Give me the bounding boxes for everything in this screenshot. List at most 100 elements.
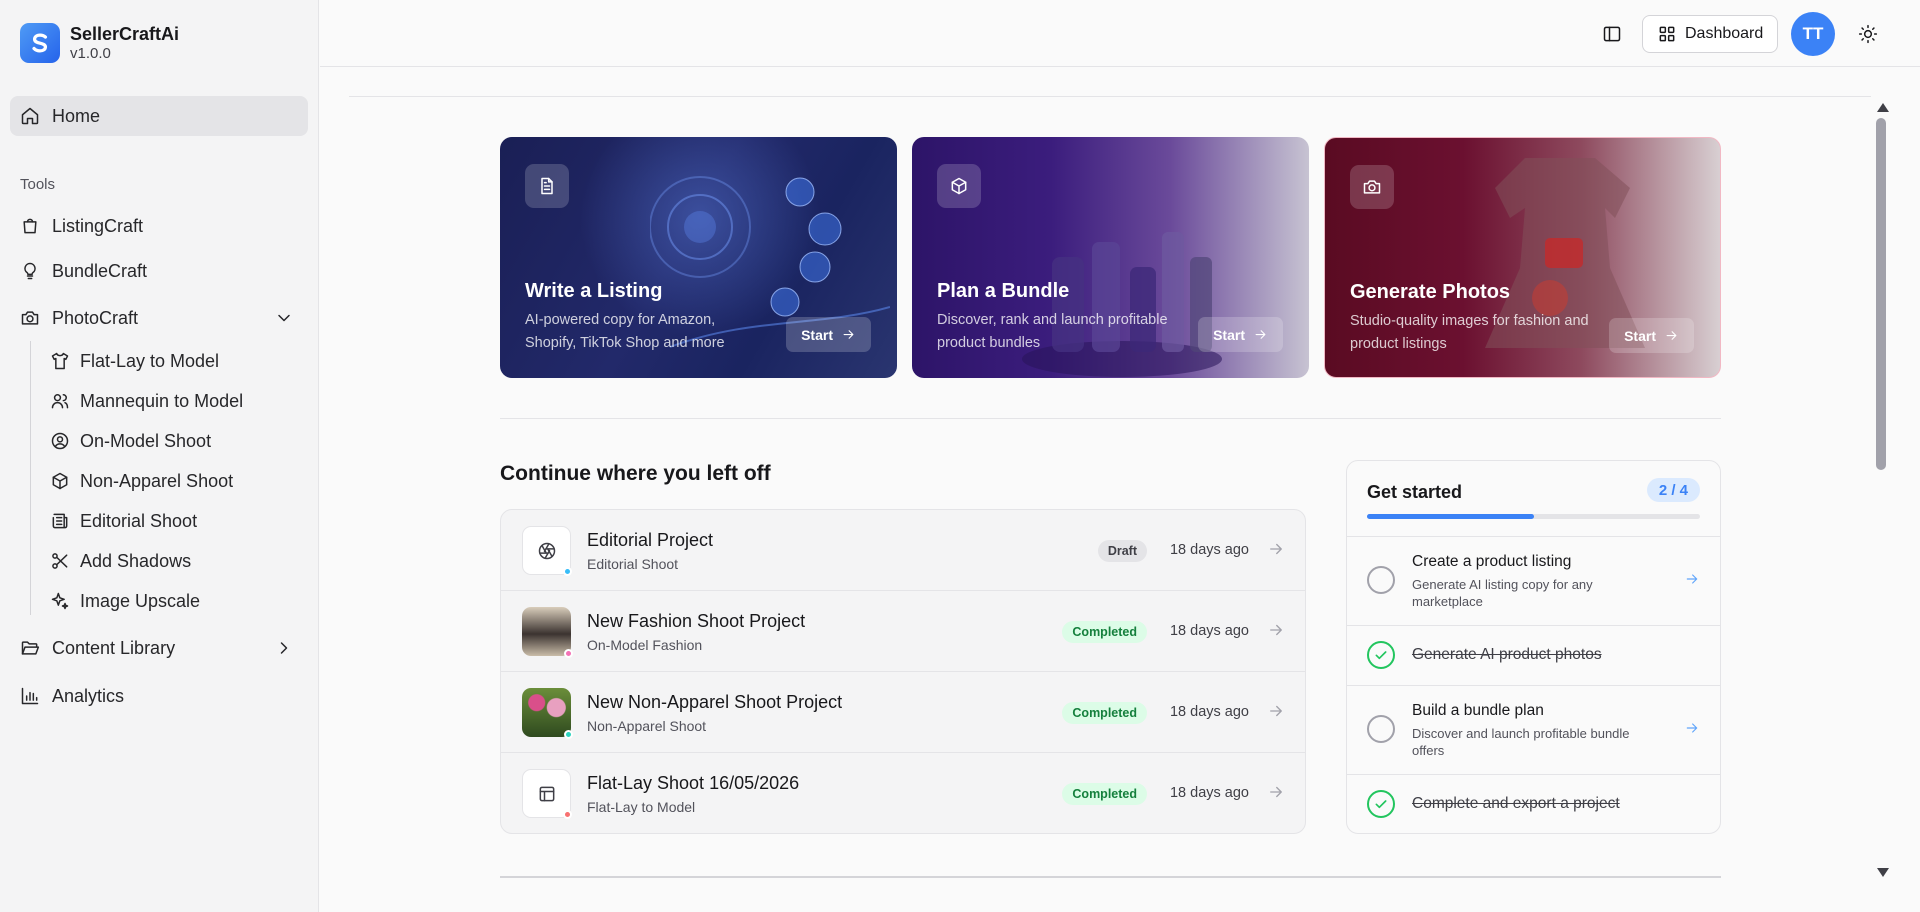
project-time: 18 days ago (1169, 704, 1249, 720)
start-button[interactable]: Start (1609, 318, 1694, 353)
hero-card-write-listing[interactable]: Write a Listing AI-powered copy for Amaz… (500, 137, 897, 378)
arrow-right-icon[interactable] (1267, 702, 1285, 720)
arrow-right-icon[interactable] (1684, 571, 1700, 587)
sidebar-subitem-label: Mannequin to Model (80, 390, 244, 411)
layout-grid-icon (1659, 26, 1675, 42)
package-icon (937, 164, 981, 208)
sun-icon (1858, 24, 1878, 44)
users-icon (51, 394, 69, 409)
sidebar-subitem-non-apparel[interactable]: Non-Apparel Shoot (40, 463, 233, 499)
status-dot (564, 649, 573, 658)
project-subtitle: Flat-Lay to Model (587, 799, 696, 815)
sidebar-toggle-button[interactable] (1600, 22, 1624, 46)
project-subtitle: Non-Apparel Shoot (587, 718, 707, 734)
user-circle-icon (51, 432, 69, 450)
project-title: Editorial Project (587, 530, 714, 550)
bar-chart-icon (21, 687, 39, 705)
brand-name: SellerCraftAi (70, 24, 180, 44)
sidebar-item-label: BundleCraft (52, 260, 148, 281)
theme-toggle-button[interactable] (1856, 22, 1880, 46)
arrow-right-icon (1255, 330, 1266, 339)
arrow-right-icon[interactable] (1267, 540, 1285, 558)
sidebar-subitem-on-model[interactable]: On-Model Shoot (40, 423, 211, 459)
hero-card-generate-photos[interactable]: Generate Photos Studio-quality images fo… (1324, 137, 1721, 378)
project-thumbnail (522, 607, 573, 658)
sidebar-subitem-editorial[interactable]: Editorial Shoot (40, 503, 197, 539)
status-dot (563, 567, 572, 576)
avatar[interactable]: TT (1791, 12, 1835, 56)
sidebar-subitem-label: Flat-Lay to Model (80, 350, 220, 371)
arrow-right-icon (843, 330, 854, 339)
sidebar-item-bundlecraft[interactable]: BundleCraft (10, 251, 308, 291)
hero-card-title: Write a Listing (525, 280, 663, 302)
project-row[interactable]: New Non-Apparel Shoot Project Non-Appare… (501, 672, 1305, 753)
dashboard-button-label: Dashboard (1685, 25, 1764, 42)
status-badge: Draft (1097, 540, 1147, 562)
sidebar: SellerCraftAi v1.0.0 Home Tools ListingC… (0, 0, 319, 912)
sidebar-item-label: ListingCraft (52, 215, 144, 236)
start-button[interactable]: Start (1198, 317, 1283, 352)
check-circle-icon (1367, 790, 1395, 818)
sidebar-subitem-flat-lay[interactable]: Flat-Lay to Model (40, 343, 219, 379)
sidebar-subitem-label: On-Model Shoot (80, 430, 212, 451)
sidebar-subitem-add-shadows[interactable]: Add Shadows (40, 543, 191, 579)
hero-card-title: Plan a Bundle (937, 280, 1070, 302)
arrow-right-icon[interactable] (1267, 783, 1285, 801)
hero-card-plan-bundle[interactable]: Plan a Bundle Discover, rank and launch … (912, 137, 1309, 378)
step-title: Build a bundle plan (1412, 702, 1544, 719)
project-thumbnail (522, 526, 572, 576)
status-badge: Completed (1062, 702, 1147, 724)
section-divider (500, 418, 1721, 419)
get-started-title: Get started (1367, 482, 1463, 502)
newspaper-icon (52, 513, 68, 529)
project-row[interactable]: New Fashion Shoot Project On-Model Fashi… (501, 591, 1305, 672)
section-divider (500, 876, 1721, 878)
chevron-right-icon[interactable] (274, 638, 294, 658)
step-generate-photos: Generate AI product photos (1347, 625, 1720, 685)
step-desc: Discover and launch profitable bundle of… (1412, 726, 1630, 758)
status-dot (563, 810, 572, 819)
sidebar-item-home[interactable]: Home (10, 96, 308, 136)
get-started-progress-bar (1367, 514, 1700, 519)
sidebar-item-listingcraft[interactable]: ListingCraft (10, 206, 308, 246)
start-button-label: Start (1213, 326, 1245, 343)
hero-card-desc: Studio-quality images for fashion and pr… (1350, 313, 1589, 352)
step-desc: Generate AI listing copy for any marketp… (1412, 577, 1593, 609)
chevron-down-icon[interactable] (274, 308, 294, 328)
layout-icon (539, 786, 554, 801)
step-create-listing[interactable]: Create a product listing Generate AI lis… (1347, 536, 1720, 625)
sidebar-subitem-mannequin[interactable]: Mannequin to Model (40, 383, 243, 419)
document-icon (525, 164, 569, 208)
sparkles-icon (51, 592, 69, 610)
sidebar-subitem-label: Non-Apparel Shoot (80, 470, 234, 491)
sidebar-subitem-upscale[interactable]: Image Upscale (40, 583, 200, 619)
scrollbar-thumb[interactable] (1876, 118, 1886, 470)
content-top-divider (349, 96, 1871, 97)
shirt-icon (51, 352, 69, 370)
project-row[interactable]: Editorial Project Editorial Shoot Draft … (501, 510, 1305, 591)
brand[interactable]: SellerCraftAi v1.0.0 (20, 23, 179, 63)
folder-open-icon (21, 641, 40, 655)
lightbulb-icon (24, 262, 36, 280)
hero-card-desc: Discover, rank and launch profitable pro… (937, 312, 1168, 351)
step-build-bundle[interactable]: Build a bundle plan Discover and launch … (1347, 685, 1720, 774)
sidebar-item-photocraft[interactable]: PhotoCraft (10, 298, 308, 338)
project-title: New Non-Apparel Shoot Project (587, 692, 843, 712)
step-incomplete-circle-icon (1367, 566, 1395, 594)
arrow-right-icon[interactable] (1267, 621, 1285, 639)
sidebar-item-label: Analytics (52, 685, 125, 706)
scroll-up-arrow-icon[interactable] (1877, 103, 1889, 112)
status-dot (564, 730, 573, 739)
get-started-count-badge: 2 / 4 (1646, 478, 1700, 502)
sidebar-subitem-label: Image Upscale (80, 590, 201, 611)
project-row[interactable]: Flat-Lay Shoot 16/05/2026 Flat-Lay to Mo… (501, 753, 1305, 833)
project-time: 18 days ago (1169, 542, 1249, 558)
step-complete-export: Complete and export a project (1347, 774, 1720, 833)
dashboard-button[interactable]: Dashboard (1642, 15, 1779, 53)
sidebar-item-analytics[interactable]: Analytics (10, 676, 308, 716)
arrow-right-icon[interactable] (1684, 720, 1700, 736)
sidebar-item-content-library[interactable]: Content Library (10, 628, 308, 668)
start-button[interactable]: Start (786, 317, 871, 352)
project-subtitle: Editorial Shoot (587, 556, 679, 572)
scroll-down-arrow-icon[interactable] (1877, 868, 1889, 877)
